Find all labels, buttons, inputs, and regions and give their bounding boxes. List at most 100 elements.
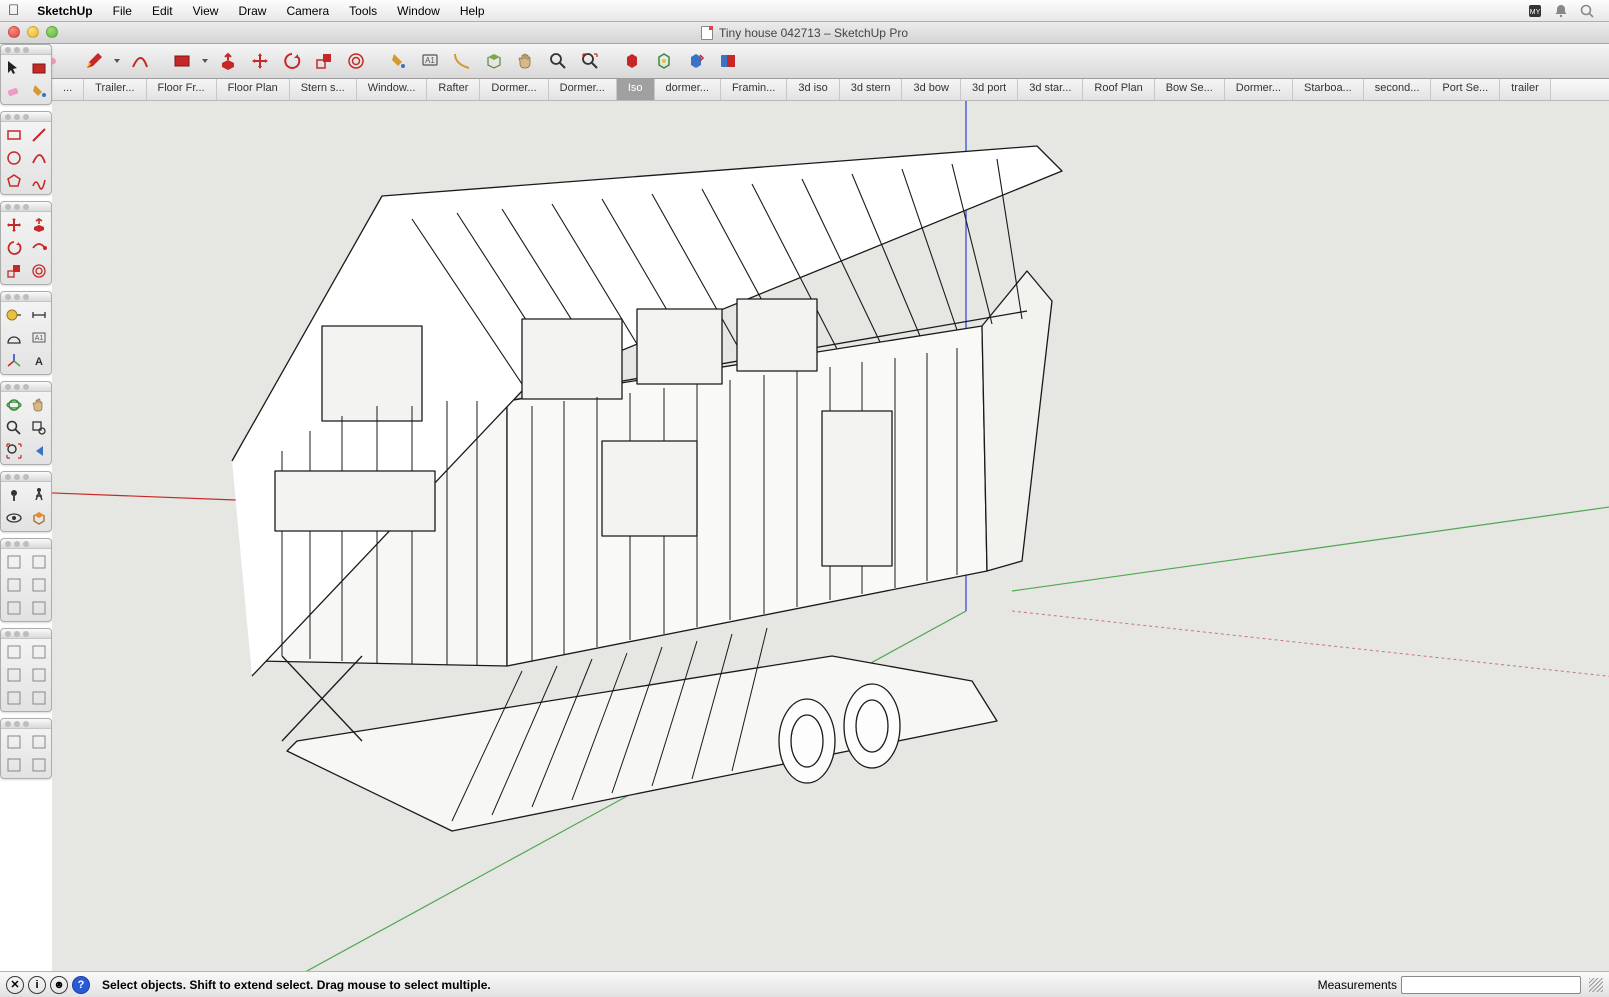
menubar-extra-icon[interactable]: MY — [1527, 3, 1543, 19]
menu-file[interactable]: File — [103, 4, 142, 18]
tool-pushpull-icon[interactable] — [27, 214, 51, 236]
palette-header[interactable] — [1, 719, 51, 729]
tool-sandbox1-icon[interactable] — [2, 731, 26, 753]
tb-rotate-icon[interactable] — [278, 48, 306, 74]
palette-header[interactable] — [1, 472, 51, 482]
scene-tab[interactable]: Port Se... — [1431, 79, 1500, 100]
tool-zoom-window-icon[interactable] — [27, 417, 51, 439]
status-help-icon[interactable]: ? — [72, 976, 90, 994]
tool-union-icon[interactable] — [2, 664, 26, 686]
tool-zoom-extents-icon[interactable] — [2, 440, 26, 462]
menu-view[interactable]: View — [183, 4, 229, 18]
tb-arc-icon[interactable] — [126, 48, 154, 74]
tool-freehand-icon[interactable] — [27, 170, 51, 192]
tool-pan-icon[interactable] — [27, 394, 51, 416]
tb-scale-icon[interactable] — [310, 48, 338, 74]
menu-camera[interactable]: Camera — [276, 4, 339, 18]
tb-text-icon[interactable]: A1 — [416, 48, 444, 74]
resize-grip-icon[interactable] — [1589, 978, 1603, 992]
scene-tab[interactable]: Dormer... — [480, 79, 548, 100]
scene-tab[interactable]: Window... — [357, 79, 428, 100]
tool-position-icon[interactable] — [2, 484, 26, 506]
scene-tab[interactable]: Dormer... — [549, 79, 617, 100]
tool-scale-icon[interactable] — [2, 260, 26, 282]
tool-follow-me-icon[interactable] — [27, 237, 51, 259]
tb-rectangle-icon[interactable] — [168, 48, 196, 74]
scene-tab[interactable]: second... — [1364, 79, 1432, 100]
palette-header[interactable] — [1, 202, 51, 212]
tool-3d-text-icon[interactable]: A — [27, 350, 51, 372]
tool-trim-icon[interactable] — [2, 687, 26, 709]
scene-tab[interactable]: 3d iso — [787, 79, 839, 100]
scene-tab[interactable]: dormer... — [655, 79, 721, 100]
tb-previous-icon[interactable] — [682, 48, 710, 74]
tb-pan-icon[interactable] — [512, 48, 540, 74]
tool-polygon-icon[interactable] — [2, 170, 26, 192]
window-close-button[interactable] — [8, 26, 20, 38]
tb-move-icon[interactable] — [246, 48, 274, 74]
tool-section-icon[interactable] — [27, 507, 51, 529]
tool-select-icon[interactable] — [2, 57, 26, 79]
tool-solid2-icon[interactable] — [27, 551, 51, 573]
tool-rectangle-icon[interactable] — [2, 124, 26, 146]
app-name[interactable]: SketchUp — [27, 4, 102, 18]
menu-draw[interactable]: Draw — [228, 4, 276, 18]
tool-solid4-icon[interactable] — [27, 574, 51, 596]
palette-header[interactable] — [1, 45, 51, 55]
scene-tab[interactable]: Iso — [617, 79, 655, 100]
tool-protractor-icon[interactable] — [2, 327, 26, 349]
tb-dimension-icon[interactable] — [448, 48, 476, 74]
scene-tab[interactable]: 3d bow — [902, 79, 960, 100]
scene-tab[interactable]: Trailer... — [84, 79, 146, 100]
menu-window[interactable]: Window — [387, 4, 450, 18]
tool-solid6-icon[interactable] — [27, 597, 51, 619]
palette-header[interactable] — [1, 382, 51, 392]
tool-previous-icon[interactable] — [27, 440, 51, 462]
tb-model-info-icon[interactable] — [714, 48, 742, 74]
tool-tape-icon[interactable] — [2, 304, 26, 326]
scene-tab[interactable]: Floor Plan — [217, 79, 290, 100]
scene-tab[interactable]: Framin... — [721, 79, 787, 100]
tool-arc-icon[interactable] — [27, 147, 51, 169]
tool-intersect-icon[interactable] — [27, 641, 51, 663]
tb-pencil-icon[interactable] — [80, 48, 108, 74]
status-user-icon[interactable]: ☻ — [50, 976, 68, 994]
tool-subtract-icon[interactable] — [27, 664, 51, 686]
tool-line-icon[interactable] — [27, 124, 51, 146]
tool-axes-icon[interactable] — [2, 350, 26, 372]
notification-icon[interactable] — [1553, 3, 1569, 19]
tb-pencil-dd[interactable] — [112, 57, 122, 65]
tool-solid1-icon[interactable] — [2, 551, 26, 573]
tool-sandbox3-icon[interactable] — [2, 754, 26, 776]
model-viewport[interactable] — [52, 101, 1609, 971]
scene-tab[interactable]: Dormer... — [1225, 79, 1293, 100]
tool-orbit-icon[interactable] — [2, 394, 26, 416]
tb-walk-icon[interactable] — [650, 48, 678, 74]
scene-tab[interactable]: trailer — [1500, 79, 1551, 100]
tool-move-icon[interactable] — [2, 214, 26, 236]
palette-header[interactable] — [1, 292, 51, 302]
tb-paint-icon[interactable] — [384, 48, 412, 74]
tool-split-icon[interactable] — [27, 687, 51, 709]
scene-tab[interactable]: ... — [52, 79, 84, 100]
tool-sandbox4-icon[interactable] — [27, 754, 51, 776]
tool-outer-shell-icon[interactable] — [2, 641, 26, 663]
status-credits-icon[interactable]: i — [28, 976, 46, 994]
tool-look-icon[interactable] — [2, 507, 26, 529]
apple-menu-icon[interactable]:  — [8, 2, 19, 19]
menu-tools[interactable]: Tools — [339, 4, 387, 18]
tb-zoom-extents-icon[interactable] — [576, 48, 604, 74]
tb-orbit-icon[interactable] — [618, 48, 646, 74]
tool-zoom-icon[interactable] — [2, 417, 26, 439]
palette-header[interactable] — [1, 112, 51, 122]
scene-tab[interactable]: Stern s... — [290, 79, 357, 100]
tool-text-icon[interactable]: A1 — [27, 327, 51, 349]
tool-offset-icon[interactable] — [27, 260, 51, 282]
scene-tab[interactable]: Roof Plan — [1083, 79, 1154, 100]
window-titlebar[interactable]: Tiny house 042713 – SketchUp Pro — [0, 22, 1609, 44]
tool-paint-bucket-icon[interactable] — [27, 80, 51, 102]
scene-tab[interactable]: Floor Fr... — [147, 79, 217, 100]
tb-section-icon[interactable] — [480, 48, 508, 74]
tb-offset-icon[interactable] — [342, 48, 370, 74]
tool-sandbox2-icon[interactable] — [27, 731, 51, 753]
